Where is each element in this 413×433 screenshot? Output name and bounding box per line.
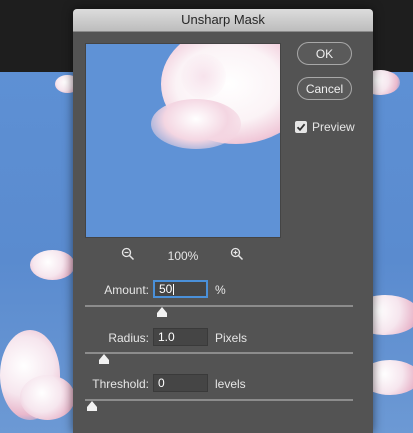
- threshold-input[interactable]: 0: [153, 374, 208, 392]
- amount-input[interactable]: 50: [153, 280, 208, 298]
- amount-unit: %: [215, 283, 226, 297]
- threshold-label: Threshold:: [92, 377, 149, 391]
- threshold-slider-track[interactable]: [85, 399, 353, 401]
- radius-input[interactable]: 1.0: [153, 328, 208, 346]
- blossom: [20, 375, 75, 420]
- dialog-title: Unsharp Mask: [181, 12, 265, 27]
- radius-unit: Pixels: [215, 331, 248, 345]
- preview-label: Preview: [312, 120, 355, 134]
- amount-value: 50: [159, 282, 173, 296]
- radius-label: Radius:: [108, 331, 149, 345]
- preview-blossom: [151, 99, 241, 149]
- amount-label: Amount:: [104, 283, 149, 297]
- radius-slider-track[interactable]: [85, 352, 353, 354]
- cancel-button[interactable]: Cancel: [297, 77, 352, 100]
- threshold-unit: levels: [215, 377, 246, 391]
- ok-button[interactable]: OK: [297, 42, 352, 65]
- dialog-titlebar[interactable]: Unsharp Mask: [73, 9, 373, 32]
- zoom-in-icon[interactable]: [230, 247, 244, 266]
- unsharp-mask-dialog: Unsharp Mask 100% OK Cancel Preview Amou…: [73, 9, 373, 433]
- amount-slider-track[interactable]: [85, 305, 353, 307]
- preview-toggle[interactable]: Preview: [295, 120, 355, 134]
- threshold-value: 0: [158, 376, 165, 390]
- checkmark-icon: [296, 123, 306, 132]
- radius-value: 1.0: [158, 330, 175, 344]
- blossom: [30, 250, 75, 280]
- zoom-out-icon[interactable]: [121, 247, 135, 266]
- preview-pane[interactable]: [85, 43, 281, 238]
- text-caret: [173, 284, 175, 296]
- zoom-level: 100%: [167, 249, 199, 263]
- preview-blossom: [181, 54, 226, 99]
- preview-checkbox[interactable]: [295, 121, 307, 133]
